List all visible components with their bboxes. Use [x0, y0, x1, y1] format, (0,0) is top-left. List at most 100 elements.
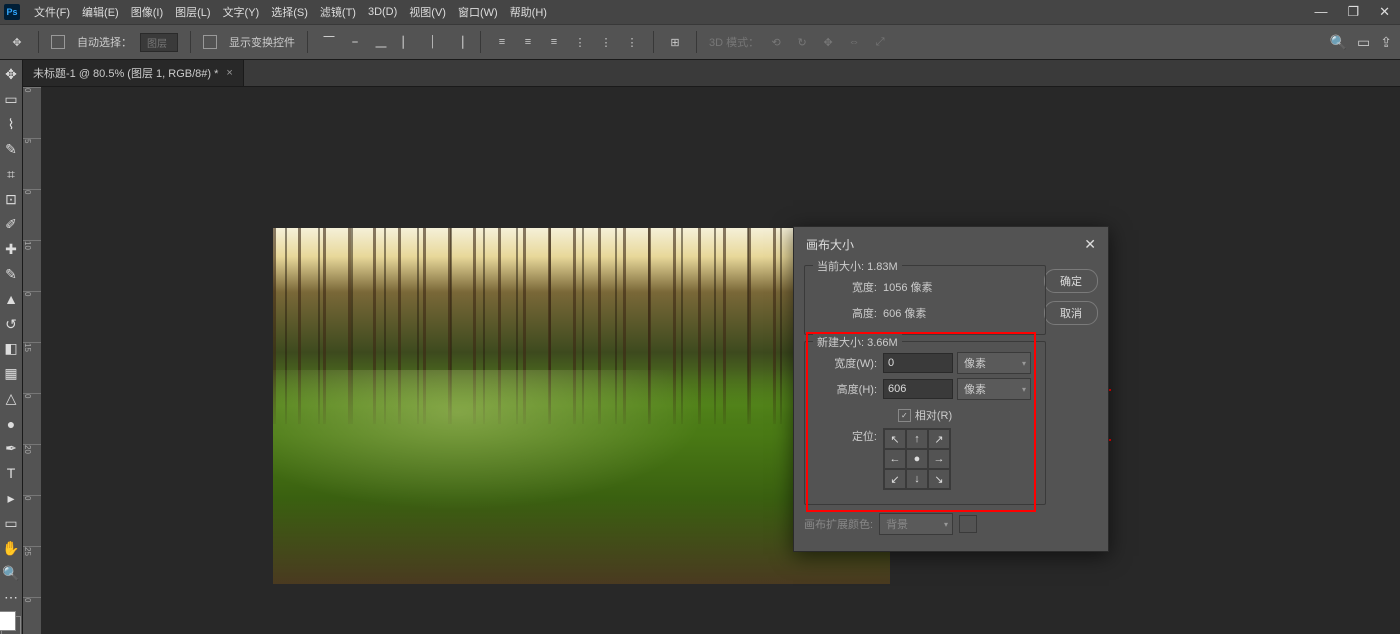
align-right-icon[interactable]: ▕ [450, 33, 468, 51]
3d-roll-icon[interactable]: ↻ [793, 33, 811, 51]
dodge-tool[interactable]: ● [0, 413, 22, 435]
menu-image[interactable]: 图像(I) [125, 4, 169, 20]
align-hcenter-icon[interactable]: │ [424, 33, 442, 51]
hand-tool[interactable]: ✋ [0, 537, 22, 559]
shape-tool[interactable]: ▭ [0, 512, 22, 534]
menu-window[interactable]: 窗口(W) [452, 4, 504, 20]
path-select-tool[interactable]: ▸ [0, 487, 22, 509]
relative-label: 相对(R) [915, 407, 952, 423]
3d-zoom-icon[interactable]: ⤢ [871, 33, 889, 51]
ext-color-label: 画布扩展颜色: [804, 516, 873, 532]
document-tabs: 未标题-1 @ 80.5% (图层 1, RGB/8#) * × [23, 60, 1400, 87]
menu-layer[interactable]: 图层(L) [169, 4, 216, 20]
menu-type[interactable]: 文字(Y) [217, 4, 266, 20]
cur-width-label: 宽度: [815, 279, 877, 295]
workspace-icon[interactable]: ▭ [1357, 34, 1370, 51]
new-size-label: 新建大小: [817, 337, 864, 349]
menu-select[interactable]: 选择(S) [265, 4, 314, 20]
canvas-size-dialog: 画布大小 ✕ 确定 取消 当前大小: 1.83M 宽度: 1056 像素 高度: 6… [793, 226, 1109, 552]
autoselect-label: 自动选择： [77, 34, 132, 50]
document-tab[interactable]: 未标题-1 @ 80.5% (图层 1, RGB/8#) * × [23, 60, 244, 86]
cancel-button[interactable]: 取消 [1044, 301, 1098, 325]
cur-height-label: 高度: [815, 305, 877, 321]
blur-tool[interactable]: △ [0, 388, 22, 410]
lasso-tool[interactable]: ⌇ [0, 114, 22, 136]
menu-filter[interactable]: 滤镜(T) [314, 4, 362, 20]
stamp-tool[interactable]: ▲ [0, 288, 22, 310]
ok-button[interactable]: 确定 [1044, 269, 1098, 293]
minimize-icon[interactable]: ― [1308, 4, 1333, 20]
menu-view[interactable]: 视图(V) [403, 4, 452, 20]
crop-tool[interactable]: ⌗ [0, 164, 22, 186]
distribute-1-icon[interactable]: ≡ [493, 33, 511, 51]
3d-orbit-icon[interactable]: ⟲ [767, 33, 785, 51]
align-vcenter-icon[interactable]: ⎯ [346, 33, 364, 51]
width-unit-select[interactable]: 像素 [957, 352, 1031, 374]
current-size-label: 当前大小: [817, 261, 864, 273]
marquee-tool[interactable]: ▭ [0, 89, 22, 111]
brush-tool[interactable]: ✎ [0, 263, 22, 285]
width-input[interactable] [883, 353, 953, 373]
current-size-value: 1.83M [867, 261, 898, 273]
tool-palette: ✥ ▭ ⌇ ✎ ⌗ ⊡ ✐ ✚ ✎ ▲ ↺ ◧ ▦ △ ● ✒ T ▸ ▭ ✋ … [0, 60, 23, 634]
eraser-tool[interactable]: ◧ [0, 338, 22, 360]
align-bottom-icon[interactable]: ⎽ [372, 33, 390, 51]
close-icon[interactable]: ✕ [1373, 4, 1396, 20]
relative-checkbox[interactable]: ✓ [898, 409, 911, 422]
cur-height-value: 606 像素 [883, 305, 926, 321]
auto-align-icon[interactable]: ⊞ [666, 33, 684, 51]
menu-help[interactable]: 帮助(H) [504, 4, 553, 20]
3d-pan-icon[interactable]: ✥ [819, 33, 837, 51]
show-transform-label: 显示变换控件 [229, 34, 295, 50]
ps-logo: Ps [4, 4, 20, 20]
maximize-icon[interactable]: ❐ [1341, 4, 1365, 20]
distribute-5-icon[interactable]: ⋮ [597, 33, 615, 51]
pen-tool[interactable]: ✒ [0, 438, 22, 460]
distribute-4-icon[interactable]: ⋮ [571, 33, 589, 51]
gradient-tool[interactable]: ▦ [0, 363, 22, 385]
history-brush-tool[interactable]: ↺ [0, 313, 22, 335]
show-transform-checkbox[interactable] [203, 35, 217, 49]
new-size-value: 3.66M [867, 337, 898, 349]
3d-slide-icon[interactable]: ⇔ [845, 33, 863, 51]
anchor-label: 定位: [815, 428, 877, 444]
distribute-3-icon[interactable]: ≡ [545, 33, 563, 51]
canvas-stage[interactable]: 画布大小 ✕ 确定 取消 当前大小: 1.83M 宽度: 1056 像素 高度: 6… [41, 87, 1400, 634]
menu-3d[interactable]: 3D(D) [362, 6, 403, 18]
vertical-ruler: 05010015020025030035040045050055 [23, 87, 41, 634]
edit-toolbar[interactable]: ⋯ [0, 587, 22, 609]
color-swatches[interactable] [1, 616, 21, 634]
share-icon[interactable]: ⇪ [1380, 34, 1392, 51]
distribute-2-icon[interactable]: ≡ [519, 33, 537, 51]
ext-color-select[interactable]: 背景 [879, 513, 953, 535]
search-icon[interactable]: 🔍 [1330, 34, 1347, 51]
tab-close-icon[interactable]: × [226, 67, 232, 79]
height-unit-select[interactable]: 像素 [957, 378, 1031, 400]
quick-select-tool[interactable]: ✎ [0, 139, 22, 161]
autoselect-target[interactable]: 图层 [140, 33, 178, 52]
healing-tool[interactable]: ✚ [0, 238, 22, 260]
anchor-grid[interactable]: ↖↑↗ ←●→ ↙↓↘ [883, 428, 951, 490]
ext-color-swatch[interactable] [959, 515, 977, 533]
move-tool[interactable]: ✥ [0, 64, 22, 86]
menu-edit[interactable]: 编辑(E) [76, 4, 125, 20]
3d-mode-label: 3D 模式： [709, 34, 759, 50]
eyedropper-tool[interactable]: ✐ [0, 213, 22, 235]
autoselect-checkbox[interactable] [51, 35, 65, 49]
type-tool[interactable]: T [0, 463, 22, 485]
distribute-6-icon[interactable]: ⋮ [623, 33, 641, 51]
cur-width-value: 1056 像素 [883, 279, 933, 295]
move-tool-icon: ✥ [8, 33, 26, 51]
dialog-close-icon[interactable]: ✕ [1084, 236, 1096, 253]
width-label: 宽度(W): [815, 355, 877, 371]
menu-bar: Ps 文件(F) 编辑(E) 图像(I) 图层(L) 文字(Y) 选择(S) 滤… [0, 0, 1400, 24]
tab-title: 未标题-1 @ 80.5% (图层 1, RGB/8#) * [33, 65, 218, 81]
dialog-title: 画布大小 [806, 236, 854, 253]
height-input[interactable] [883, 379, 953, 399]
frame-tool[interactable]: ⊡ [0, 189, 22, 211]
menu-file[interactable]: 文件(F) [28, 4, 76, 20]
align-left-icon[interactable]: ▏ [398, 33, 416, 51]
zoom-tool[interactable]: 🔍 [0, 562, 22, 584]
options-bar: ✥ 自动选择： 图层 显示变换控件 ⎺ ⎯ ⎽ ▏ │ ▕ ≡ ≡ ≡ ⋮ ⋮ … [0, 24, 1400, 60]
align-top-icon[interactable]: ⎺ [320, 33, 338, 51]
